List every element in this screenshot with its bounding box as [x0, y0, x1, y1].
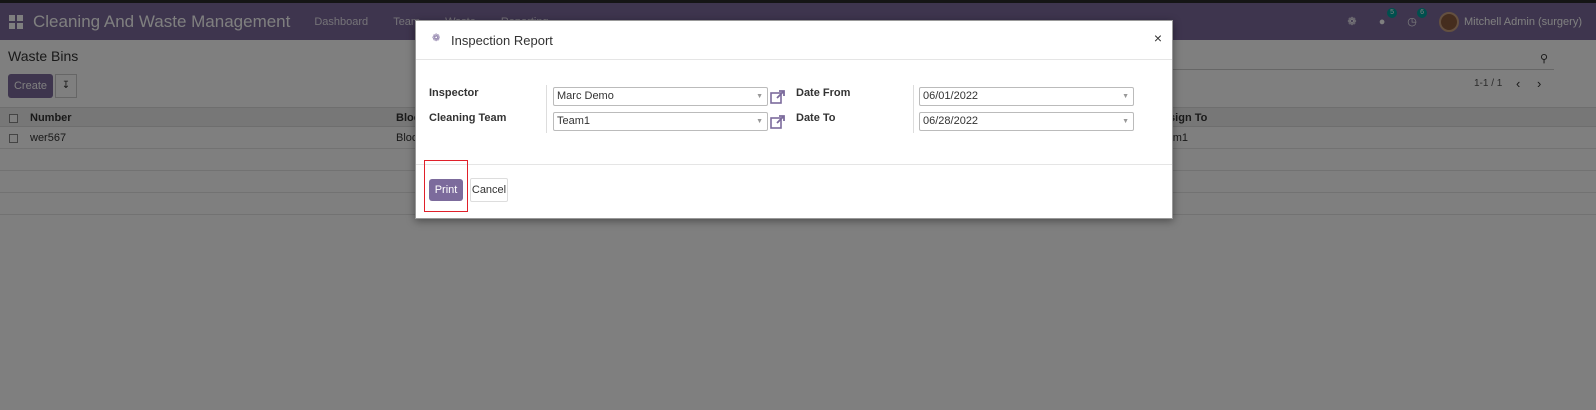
cleaning-team-field[interactable]: Team1 ▼ — [553, 112, 768, 131]
date-to-field[interactable]: 06/28/2022 ▼ — [919, 112, 1134, 131]
cleaning-team-label: Cleaning Team — [429, 112, 507, 124]
chevron-down-icon[interactable]: ▼ — [1122, 88, 1129, 105]
dialog-header: ❁ Inspection Report × — [416, 21, 1172, 60]
inspector-field[interactable]: Marc Demo ▼ — [553, 87, 768, 106]
inspector-label: Inspector — [429, 87, 479, 99]
inspection-report-dialog: ❁ Inspection Report × Inspector Cleaning… — [415, 20, 1173, 219]
chevron-down-icon[interactable]: ▼ — [756, 88, 763, 105]
external-link-icon[interactable] — [770, 114, 786, 130]
cancel-button[interactable]: Cancel — [470, 178, 508, 202]
divider — [913, 85, 914, 133]
chevron-down-icon[interactable]: ▼ — [1122, 113, 1129, 130]
close-icon[interactable]: × — [1154, 30, 1162, 46]
divider — [546, 85, 547, 133]
print-button[interactable]: Print — [429, 179, 463, 201]
external-link-icon[interactable] — [770, 89, 786, 105]
date-from-label: Date From — [796, 87, 851, 99]
bug-icon: ❁ — [432, 33, 441, 44]
dialog-footer: Print Cancel — [416, 160, 1172, 219]
date-from-value: 06/01/2022 — [923, 90, 979, 102]
chevron-down-icon[interactable]: ▼ — [756, 113, 763, 130]
dialog-title: Inspection Report — [451, 33, 553, 48]
date-from-field[interactable]: 06/01/2022 ▼ — [919, 87, 1134, 106]
date-to-label: Date To — [796, 112, 836, 124]
cleaning-team-value: Team1 — [557, 115, 591, 127]
date-to-value: 06/28/2022 — [923, 115, 979, 127]
inspector-value: Marc Demo — [557, 90, 614, 102]
